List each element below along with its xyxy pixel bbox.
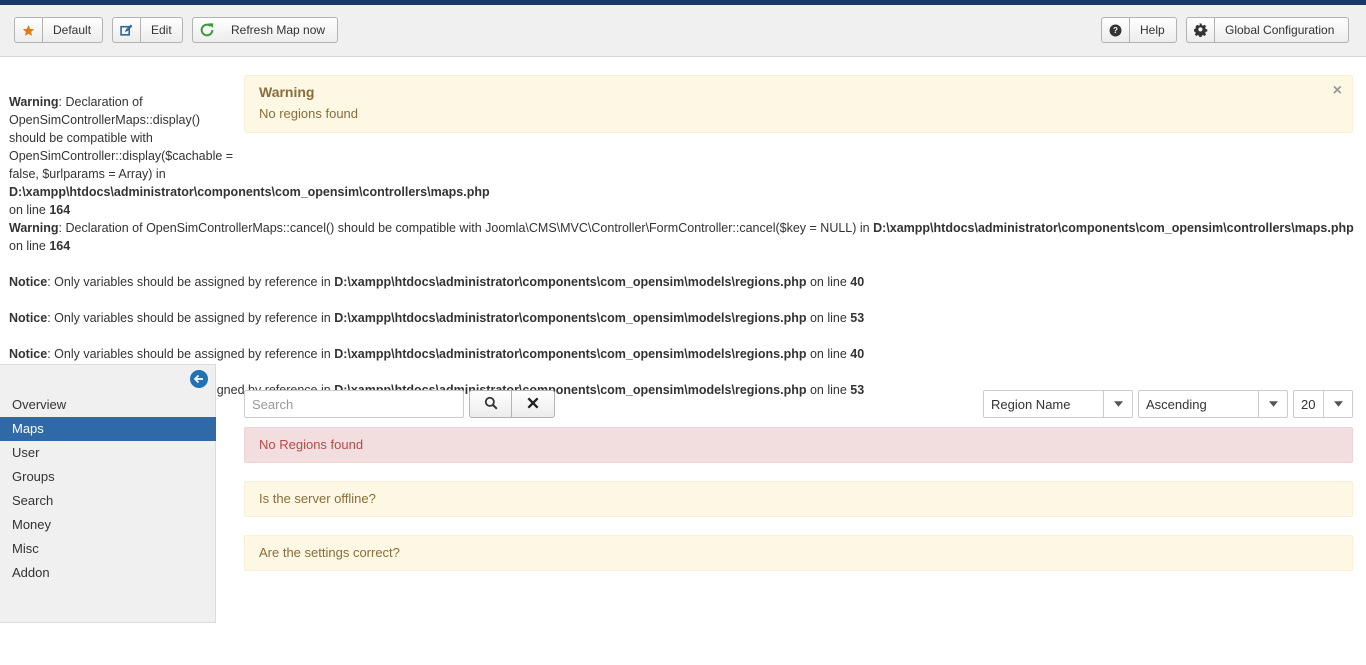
close-icon: [526, 396, 540, 413]
gear-icon: [1187, 18, 1215, 42]
default-button[interactable]: Default: [14, 17, 103, 43]
sort-field-select[interactable]: Region Name: [983, 390, 1133, 418]
server-offline-hint: Is the server offline?: [244, 481, 1353, 517]
warning-alert: Warning No regions found ×: [244, 75, 1353, 133]
clear-search-button[interactable]: [511, 390, 555, 418]
arrow-left-circle-icon[interactable]: [190, 370, 208, 388]
sidebar-item-addon[interactable]: Addon: [0, 561, 216, 585]
sort-field-value: Region Name: [991, 396, 1071, 412]
refresh-map-button[interactable]: Refresh Map now: [192, 17, 338, 43]
refresh-map-button-label: Refresh Map now: [231, 23, 326, 37]
refresh-icon: [193, 18, 221, 42]
edit-button[interactable]: Edit: [112, 17, 183, 43]
sidebar-item-overview[interactable]: Overview: [0, 393, 216, 417]
sidebar: Overview Maps User Groups Search Money M…: [0, 364, 216, 623]
search-icon: [484, 396, 498, 413]
edit-button-label: Edit: [151, 23, 172, 37]
sidebar-item-user[interactable]: User: [0, 441, 216, 465]
chevron-down-icon: [1258, 391, 1287, 417]
sidebar-menu: Overview Maps User Groups Search Money M…: [0, 393, 216, 585]
help-button-label: Help: [1140, 23, 1165, 37]
php-message: Notice: Only variables should be assigne…: [9, 275, 865, 289]
help-button[interactable]: ? Help: [1101, 17, 1177, 43]
sidebar-item-groups[interactable]: Groups: [0, 465, 216, 489]
close-icon[interactable]: ×: [1333, 82, 1342, 100]
php-message: Warning: Declaration of OpenSimControlle…: [9, 221, 1354, 253]
sort-order-select[interactable]: Ascending: [1138, 390, 1288, 418]
search-input[interactable]: [244, 390, 464, 418]
limit-value: 20: [1301, 396, 1316, 412]
php-message: Warning: Declaration of OpenSimControlle…: [9, 95, 490, 217]
global-configuration-button[interactable]: Global Configuration: [1186, 17, 1349, 43]
global-configuration-button-label: Global Configuration: [1225, 23, 1335, 37]
question-icon: ?: [1102, 18, 1130, 42]
search-button[interactable]: [469, 390, 512, 418]
warning-alert-text: No regions found: [259, 106, 359, 121]
sidebar-item-search[interactable]: Search: [0, 489, 216, 513]
star-icon: [15, 18, 43, 42]
sidebar-item-misc[interactable]: Misc: [0, 537, 216, 561]
chevron-down-icon: [1323, 391, 1352, 417]
sidebar-item-money[interactable]: Money: [0, 513, 216, 537]
sidebar-item-maps[interactable]: Maps: [0, 417, 216, 441]
no-regions-alert: No Regions found: [244, 427, 1353, 463]
settings-hint: Are the settings correct?: [244, 535, 1353, 571]
php-message: Notice: Only variables should be assigne…: [9, 311, 865, 325]
php-message: Notice: Only variables should be assigne…: [9, 347, 865, 361]
toolbar: Default Edit Refresh Map now ? Help Glob…: [0, 5, 1366, 57]
sort-order-value: Ascending: [1146, 396, 1207, 412]
svg-text:?: ?: [1113, 26, 1118, 35]
edit-icon: [113, 18, 141, 42]
warning-alert-heading: Warning: [259, 84, 315, 100]
chevron-down-icon: [1103, 391, 1132, 417]
limit-select[interactable]: 20: [1293, 390, 1353, 418]
default-button-label: Default: [53, 23, 92, 37]
